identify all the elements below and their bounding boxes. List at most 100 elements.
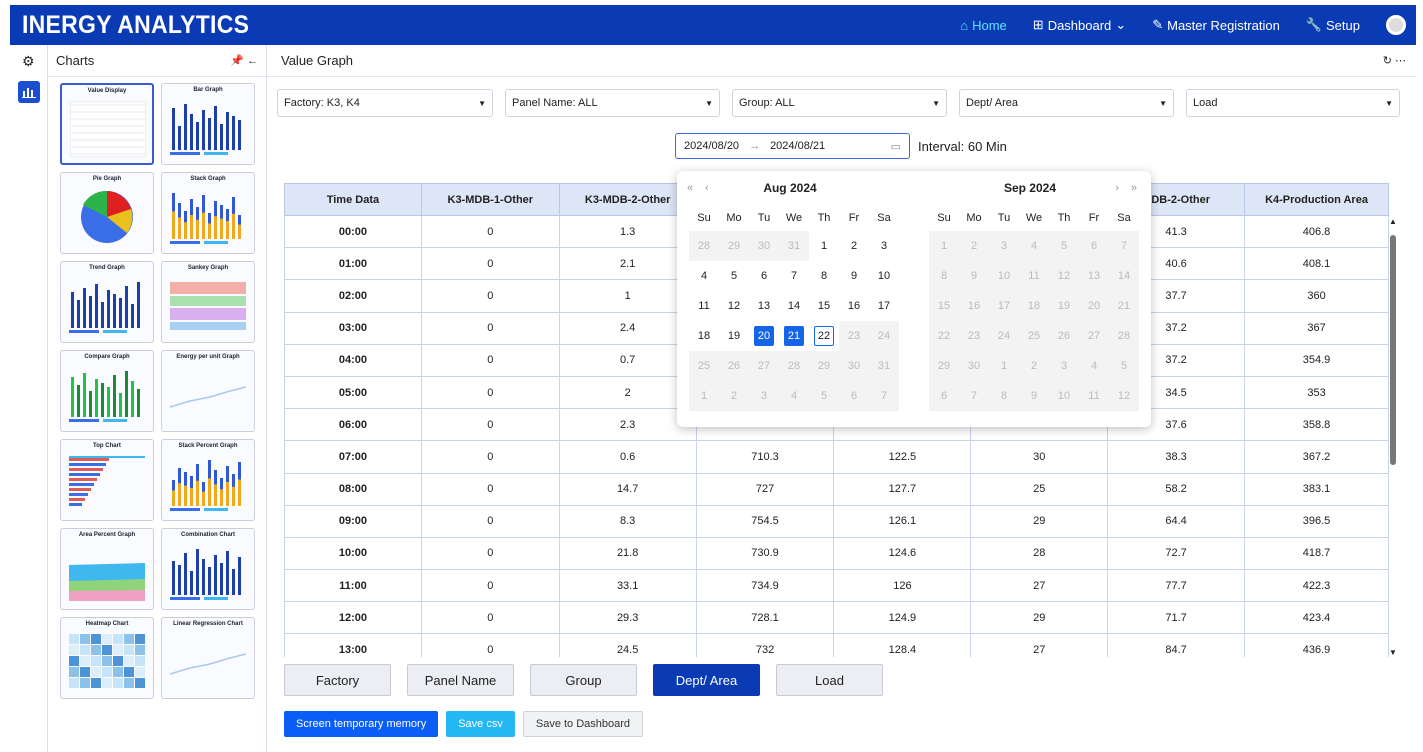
calendar-day[interactable]: 20 [749,321,779,351]
tab-panel-name[interactable]: Panel Name [407,664,514,696]
chart-thumbnail[interactable]: Sankey Graph [161,261,255,343]
calendar-day-number: 25 [1027,330,1041,342]
chart-thumbnail[interactable]: Heatmap Chart [60,617,154,699]
table-cell: 0 [420,408,560,442]
calendar-day-number: 6 [1090,240,1098,252]
calendar-day[interactable]: 13 [749,291,779,321]
table-column-header[interactable]: K3-MDB-2-Other [558,183,697,216]
scroll-down-icon[interactable]: ▼ [1389,648,1397,657]
calendar-day[interactable]: 3 [869,231,899,261]
chart-thumbnail[interactable]: Area Percent Graph [60,528,154,610]
calendar-day[interactable]: 21 [779,321,809,351]
calendar-day-number: 10 [997,270,1011,282]
scroll-up-icon[interactable]: ▲ [1389,217,1397,226]
calendar-day: 2 [959,231,989,261]
prev-year-icon[interactable]: « [687,182,693,194]
calendar-day[interactable]: 9 [839,261,869,291]
user-avatar[interactable] [1386,15,1406,35]
tab-load[interactable]: Load [776,664,883,696]
more-icon[interactable]: ⋯ [1395,55,1406,67]
panel-name-select[interactable]: Panel Name: ALL ▼ [505,89,720,117]
calendar-day[interactable]: 2 [839,231,869,261]
factory-select[interactable]: Factory: K3, K4 ▼ [277,89,493,117]
table-cell: 418.7 [1244,536,1389,571]
chart-thumbnail-label: Top Chart [93,443,121,449]
chart-preview-icon [170,456,246,511]
chart-thumbnail[interactable]: Trend Graph [60,261,154,343]
table-cell: 00:00 [284,214,422,249]
dept-area-select[interactable]: Dept/ Area ▼ [959,89,1174,117]
refresh-icon[interactable]: ↻ [1383,55,1392,67]
next-year-icon[interactable]: » [1131,182,1137,194]
edit-icon: ✎ [1152,17,1164,32]
calendar-day: 13 [1079,261,1109,291]
nav-dashboard[interactable]: ⊞ Dashboard ⌄ [1033,17,1126,33]
chart-thumbnail[interactable]: Value Display [60,83,154,165]
calendar-day[interactable]: 11 [689,291,719,321]
table-cell: 29 [970,504,1109,538]
table-column-header[interactable]: Time Data [284,183,422,216]
pin-icon[interactable]: 📌 [230,55,244,67]
nav-home[interactable]: ⌂ Home [960,18,1007,33]
brand-logo[interactable]: INERGY ANALYTICS [22,11,249,40]
table-scrollbar[interactable]: ▲ ▼ [1388,215,1400,657]
calendar-day[interactable]: 19 [719,321,749,351]
load-select[interactable]: Load ▼ [1186,89,1400,117]
table-cell: 2.4 [558,311,697,345]
calendar-day[interactable]: 16 [839,291,869,321]
table-column-header[interactable]: K4-Production Area [1244,183,1389,216]
dashboard-icon: ⊞ [1032,17,1044,32]
calendar-day[interactable]: 4 [689,261,719,291]
date-range-picker[interactable]: 2024/08/20 → 2024/08/21 ▭ [675,133,910,159]
calendar-day: 2 [1019,351,1049,381]
tab-dept-area[interactable]: Dept/ Area [653,664,760,696]
calendar-day[interactable]: 6 [749,261,779,291]
chart-thumbnail[interactable]: Stack Percent Graph [161,439,255,521]
calendar-day: 26 [719,351,749,381]
calendar-day[interactable]: 10 [869,261,899,291]
calendar-day[interactable]: 18 [689,321,719,351]
nav-setup[interactable]: 🔧 Setup [1306,17,1360,33]
table-cell: 11:00 [284,569,422,603]
chart-thumbnail[interactable]: Compare Graph [60,350,154,432]
calendar-day[interactable]: 14 [779,291,809,321]
calendar-day[interactable]: 22 [809,321,839,351]
gear-icon[interactable]: ⚙ [22,53,35,70]
group-select[interactable]: Group: ALL ▼ [732,89,947,117]
tab-factory[interactable]: Factory [284,664,391,696]
calendar-day: 18 [1019,291,1049,321]
next-month-icon[interactable]: › [1115,182,1119,194]
chart-thumbnail[interactable]: Bar Graph [161,83,255,165]
date-end[interactable]: 2024/08/21 [770,140,825,152]
calendar-day: 12 [1049,261,1079,291]
collapse-arrow-icon[interactable]: ← [247,55,258,67]
table-cell: 436.9 [1244,633,1389,657]
table-cell: 01:00 [284,247,422,281]
chart-thumbnail[interactable]: Linear Regression Chart [161,617,255,699]
save-to-dashboard-button[interactable]: Save to Dashboard [522,711,644,737]
tab-group[interactable]: Group [530,664,637,696]
calendar-day[interactable]: 1 [809,231,839,261]
chart-thumbnail[interactable]: Energy per unit Graph [161,350,255,432]
nav-master-registration[interactable]: ✎ Master Registration [1152,17,1280,33]
chart-thumbnail[interactable]: Top Chart [60,439,154,521]
calendar-day[interactable]: 15 [809,291,839,321]
chart-thumbnail-label: Heatmap Chart [85,621,129,627]
chart-menu-button[interactable] [18,81,40,103]
calendar-day[interactable]: 5 [719,261,749,291]
calendar-day[interactable]: 12 [719,291,749,321]
calendar-day[interactable]: 17 [869,291,899,321]
save-csv-button[interactable]: Save csv [446,711,515,737]
calendar-day[interactable]: 8 [809,261,839,291]
chart-thumbnail[interactable]: Pie Graph [60,172,154,254]
prev-month-icon[interactable]: ‹ [705,182,709,194]
calendar-day-number: 22 [814,326,834,346]
charts-panel-title: Charts [56,53,95,68]
scrollbar-thumb[interactable] [1390,235,1396,465]
table-column-header[interactable]: K3-MDB-1-Other [420,183,560,216]
chart-thumbnail[interactable]: Combination Chart [161,528,255,610]
date-start[interactable]: 2024/08/20 [684,140,739,152]
screen-temporary-memory-button[interactable]: Screen temporary memory [284,711,439,737]
calendar-day[interactable]: 7 [779,261,809,291]
chart-thumbnail[interactable]: Stack Graph [161,172,255,254]
